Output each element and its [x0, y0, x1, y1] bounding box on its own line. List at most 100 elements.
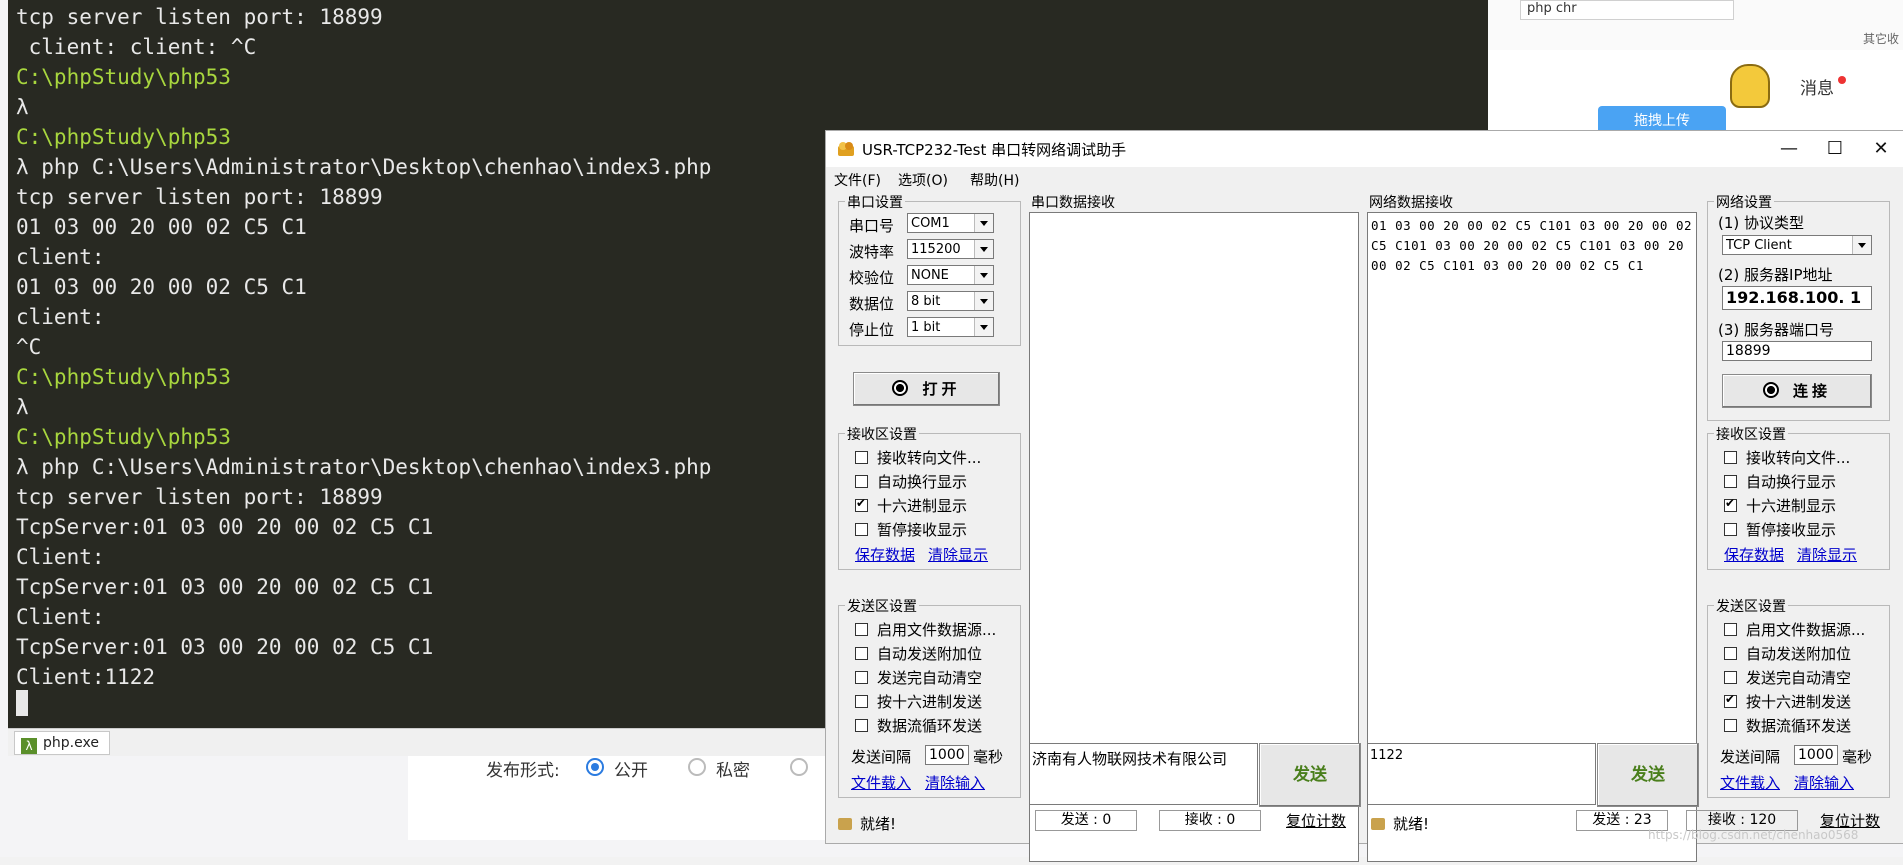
net-interval-input[interactable]: 1000: [1794, 745, 1838, 765]
checkbox[interactable]: [855, 623, 868, 636]
net-recv-to-file[interactable]: 接收转向文件...: [1724, 447, 1850, 468]
serial-hex-display[interactable]: 十六进制显示: [855, 495, 967, 516]
menu-file[interactable]: 文件(F): [834, 170, 881, 190]
checkbox[interactable]: [855, 719, 868, 732]
net-auto-append[interactable]: 自动发送附加位: [1724, 643, 1851, 664]
server-port-input[interactable]: 18899: [1722, 341, 1872, 361]
terminal-cursor: [16, 690, 28, 716]
stopbits-select[interactable]: 1 bit: [907, 317, 994, 337]
serial-send-input[interactable]: 济南有人物联网技术有限公司: [1029, 743, 1258, 805]
serial-interval-label: 发送间隔: [851, 748, 912, 766]
open-port-button[interactable]: 打开: [853, 372, 1000, 406]
checkbox[interactable]: [1724, 671, 1737, 684]
checkbox[interactable]: [855, 523, 868, 536]
serial-auto-clear[interactable]: 发送完自动清空: [855, 667, 982, 688]
checkbox[interactable]: [1724, 451, 1737, 464]
serial-file-load-link[interactable]: 文件载入: [851, 772, 911, 793]
checkbox-checked[interactable]: [1724, 692, 1737, 708]
net-send-button[interactable]: 发送: [1597, 743, 1699, 807]
other-radio[interactable]: [790, 758, 808, 776]
menu-options[interactable]: 选项(O): [898, 170, 948, 190]
net-auto-clear[interactable]: 发送完自动清空: [1724, 667, 1851, 688]
net-loop-send[interactable]: 数据流循环发送: [1724, 715, 1851, 736]
checkbox[interactable]: [1724, 719, 1737, 732]
databits-label: 数据位: [849, 295, 895, 313]
parity-select[interactable]: NONE: [907, 265, 994, 285]
serial-pause-display[interactable]: 暂停接收显示: [855, 519, 967, 540]
maximize-button[interactable]: ☐: [1812, 131, 1858, 167]
close-button[interactable]: ✕: [1858, 131, 1903, 167]
serial-auto-append[interactable]: 自动发送附加位: [855, 643, 982, 664]
hand-icon: [838, 818, 852, 830]
net-settings-label: 网络设置: [1714, 192, 1774, 212]
private-radio[interactable]: [688, 758, 706, 776]
option-label: 发送完自动清空: [877, 669, 983, 687]
net-clear-display-link[interactable]: 清除显示: [1797, 544, 1857, 565]
terminal-line: λ php C:\Users\Administrator\Desktop\che…: [16, 455, 712, 479]
option-label: 按十六进制发送: [877, 693, 983, 711]
minimize-button[interactable]: —: [1766, 131, 1812, 167]
menu-help[interactable]: 帮助(H): [970, 170, 1019, 190]
private-radio-label: 私密: [716, 761, 750, 781]
checkbox[interactable]: [855, 475, 868, 488]
terminal-line: C:\phpStudy\php53: [16, 425, 231, 449]
net-send-input[interactable]: 1122: [1367, 743, 1596, 805]
option-label: 发送完自动清空: [1746, 669, 1852, 687]
net-clear-input-link[interactable]: 清除输入: [1794, 772, 1854, 793]
serial-save-data-link[interactable]: 保存数据: [855, 544, 915, 565]
serial-hex-send[interactable]: 按十六进制发送: [855, 691, 982, 712]
serial-clear-display-link[interactable]: 清除显示: [928, 544, 988, 565]
checkbox[interactable]: [1724, 523, 1737, 536]
checkbox[interactable]: [1724, 623, 1737, 636]
terminal-line: C:\phpStudy\php53: [16, 65, 231, 89]
net-file-load-link[interactable]: 文件载入: [1720, 772, 1780, 793]
public-radio[interactable]: [586, 758, 604, 776]
terminal-line: ^C: [16, 335, 42, 359]
serial-auto-wrap[interactable]: 自动换行显示: [855, 471, 967, 492]
window-title: USR-TCP232-Test 串口转网络调试助手: [862, 141, 1127, 159]
net-pause-display[interactable]: 暂停接收显示: [1724, 519, 1836, 540]
checkbox[interactable]: [1724, 647, 1737, 660]
port-select[interactable]: COM1: [907, 213, 994, 233]
net-file-source[interactable]: 启用文件数据源...: [1724, 619, 1865, 640]
messages-link[interactable]: 消息: [1800, 74, 1834, 99]
serial-interval-input[interactable]: 1000: [925, 745, 969, 765]
serial-status-text: 就绪!: [860, 815, 897, 833]
serial-recv-to-file[interactable]: 接收转向文件...: [855, 447, 981, 468]
checkbox[interactable]: [855, 451, 868, 464]
serial-clear-input-link[interactable]: 清除输入: [925, 772, 985, 793]
checkbox[interactable]: [855, 647, 868, 660]
protocol-select[interactable]: TCP Client: [1722, 235, 1872, 255]
serial-send-button[interactable]: 发送: [1259, 743, 1361, 807]
checkbox[interactable]: [855, 671, 868, 684]
option-label: 启用文件数据源...: [1746, 621, 1866, 639]
serial-reset-count-button[interactable]: 复位计数: [1286, 810, 1346, 831]
net-save-data-link[interactable]: 保存数据: [1724, 544, 1784, 565]
net-hex-send[interactable]: 按十六进制发送: [1724, 691, 1851, 712]
port-label: 串口号: [849, 217, 895, 235]
avatar[interactable]: [1730, 64, 1770, 108]
net-recv-settings-label: 接收区设置: [1714, 424, 1788, 444]
net-hex-display[interactable]: 十六进制显示: [1724, 495, 1836, 516]
serial-file-source[interactable]: 启用文件数据源...: [855, 619, 996, 640]
ip-input[interactable]: 192.168.100. 1: [1722, 286, 1872, 310]
option-label: 暂停接收显示: [877, 521, 968, 539]
connect-button[interactable]: 连接: [1722, 374, 1872, 408]
search-input[interactable]: php chr: [1520, 0, 1734, 20]
baud-select[interactable]: 115200: [907, 239, 994, 259]
net-send-settings-label: 发送区设置: [1714, 596, 1788, 616]
usr-tcp232-window: USR-TCP232-Test 串口转网络调试助手 — ☐ ✕ 文件(F) 选项…: [825, 130, 1903, 862]
serial-loop-send[interactable]: 数据流循环发送: [855, 715, 982, 736]
checkbox[interactable]: [855, 695, 868, 708]
net-status: 就绪!: [1371, 813, 1429, 834]
checkbox[interactable]: [1724, 475, 1737, 488]
tab-php-exe[interactable]: λ php.exe: [14, 731, 110, 755]
net-auto-wrap[interactable]: 自动换行显示: [1724, 471, 1836, 492]
checkbox-checked[interactable]: [1724, 496, 1737, 512]
terminal-line: TcpServer:01 03 00 20 00 02 C5 C1: [16, 635, 434, 659]
serial-send-settings-group: 发送区设置 启用文件数据源... 自动发送附加位 发送完自动清空 按十六进制发送…: [838, 596, 1021, 798]
radio-dot-icon: [892, 380, 909, 396]
bookmark-other[interactable]: 其它收: [1863, 30, 1899, 47]
checkbox-checked[interactable]: [855, 496, 868, 512]
databits-select[interactable]: 8 bit: [907, 291, 994, 311]
